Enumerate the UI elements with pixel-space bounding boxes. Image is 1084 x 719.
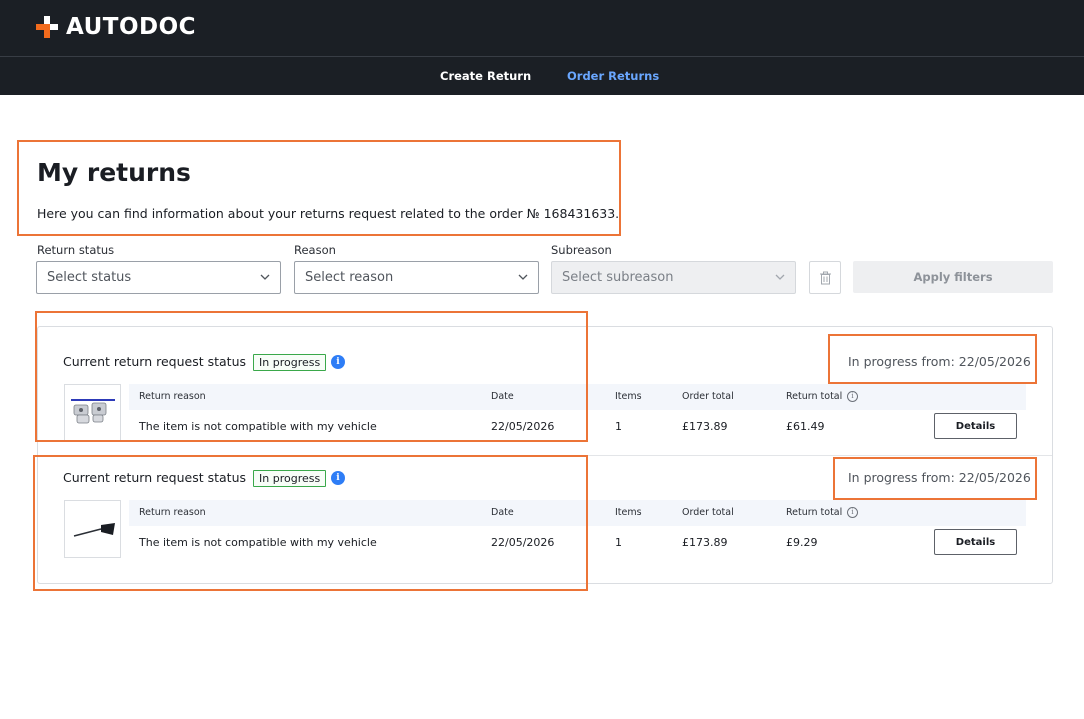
clear-filters-button[interactable]	[809, 261, 841, 294]
apply-filters-button[interactable]: Apply filters	[853, 261, 1053, 293]
logo-text: AUTODOC	[66, 14, 197, 40]
return-return-total: £9.29	[786, 536, 818, 549]
nav-create-return[interactable]: Create Return	[440, 69, 531, 83]
column-order-total: Order total	[682, 391, 734, 402]
details-button[interactable]: Details	[934, 529, 1017, 555]
chevron-down-icon	[518, 274, 528, 280]
reason-select[interactable]: Select reason	[294, 261, 539, 294]
return-order-total: £173.89	[682, 420, 728, 433]
subreason-select-placeholder: Select subreason	[562, 270, 674, 285]
column-return-total: Return total	[786, 391, 843, 402]
reason-select-placeholder: Select reason	[305, 270, 394, 285]
status-select-placeholder: Select status	[47, 270, 132, 285]
reason-label: Reason	[294, 243, 336, 257]
chevron-down-icon	[260, 274, 270, 280]
column-items: Items	[615, 391, 642, 402]
highlight-return-2	[33, 455, 588, 591]
return-status-label: Return status	[37, 243, 115, 257]
info-icon[interactable]: i	[847, 391, 858, 402]
nav-order-returns[interactable]: Order Returns	[567, 69, 659, 83]
status-select[interactable]: Select status	[36, 261, 281, 294]
details-button[interactable]: Details	[934, 413, 1017, 439]
autodoc-logo[interactable]: AUTODOC	[36, 12, 196, 42]
top-header: AUTODOC	[0, 0, 1084, 56]
page-title: My returns	[37, 158, 191, 187]
chevron-down-icon	[775, 274, 785, 280]
highlight-progress-date-1	[828, 334, 1037, 384]
subreason-label: Subreason	[551, 243, 612, 257]
highlight-progress-date-2	[833, 457, 1037, 500]
nav-bar: Create Return Order Returns	[0, 56, 1084, 95]
return-items: 1	[615, 420, 622, 433]
column-order-total: Order total	[682, 507, 734, 518]
return-return-total: £61.49	[786, 420, 825, 433]
highlight-return-1	[35, 311, 588, 442]
return-items: 1	[615, 536, 622, 549]
subreason-select[interactable]: Select subreason	[551, 261, 796, 294]
trash-icon	[820, 271, 831, 285]
column-return-total: Return total	[786, 507, 843, 518]
page-subtitle: Here you can find information about your…	[37, 206, 620, 221]
return-order-total: £173.89	[682, 536, 728, 549]
column-items: Items	[615, 507, 642, 518]
highlight-heading	[17, 140, 621, 236]
info-icon[interactable]: i	[847, 507, 858, 518]
logo-plus-icon	[36, 16, 58, 38]
